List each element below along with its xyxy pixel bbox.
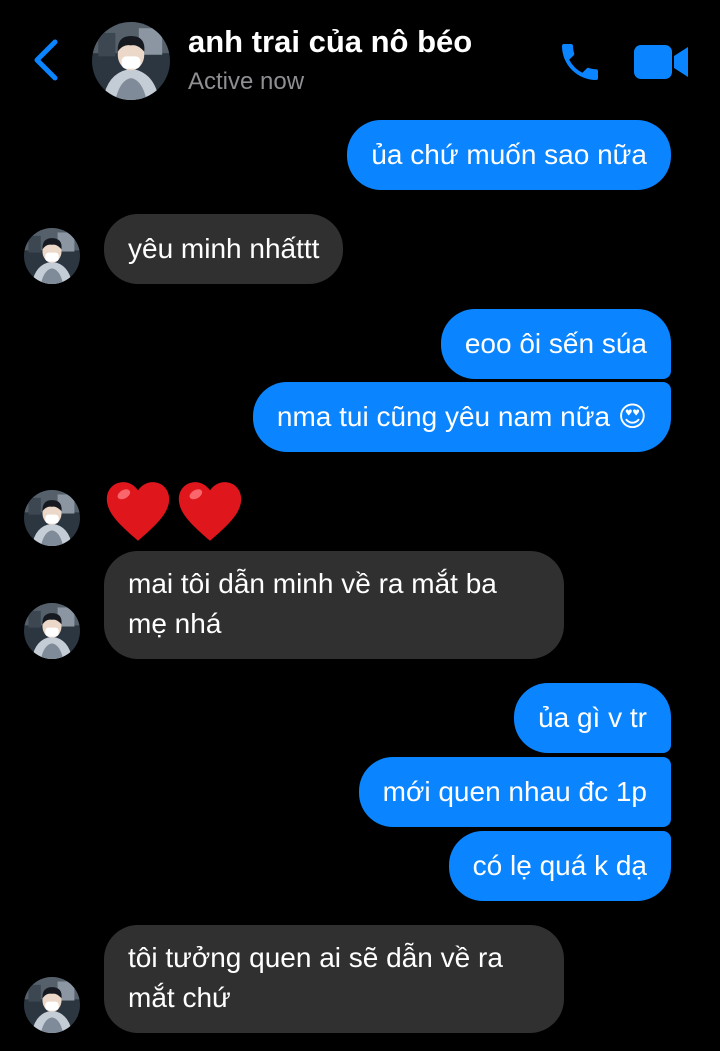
chevron-left-icon bbox=[34, 39, 58, 81]
message-bubble-sent[interactable]: ủa chứ muốn sao nữa bbox=[347, 120, 671, 190]
message-bubble-sent[interactable]: eoo ôi sến súa bbox=[440, 309, 671, 379]
sender-avatar[interactable] bbox=[24, 490, 80, 546]
message-bubble-received[interactable]: mai tôi dẫn minh về ra mắt ba mẹ nhá bbox=[104, 551, 564, 659]
contact-name[interactable]: anh trai của nô béo bbox=[188, 24, 472, 60]
video-call-button[interactable] bbox=[632, 40, 690, 84]
heart-icon bbox=[178, 482, 242, 541]
message-bubble-sent[interactable]: nma tui cũng yêu nam nữa 😍 bbox=[252, 382, 671, 452]
message-bubble-received[interactable]: tôi tưởng quen ai sẽ dẫn về ra mắt chứ bbox=[104, 925, 564, 1033]
heart-icon bbox=[106, 482, 170, 541]
phone-icon bbox=[562, 44, 598, 80]
sender-avatar[interactable] bbox=[24, 977, 80, 1033]
message-bubble-sent[interactable]: mới quen nhau đc 1p bbox=[358, 757, 671, 827]
contact-avatar[interactable] bbox=[92, 22, 170, 100]
sender-avatar[interactable] bbox=[24, 603, 80, 659]
emoji-message[interactable] bbox=[104, 478, 244, 544]
back-button[interactable] bbox=[28, 36, 68, 84]
message-bubble-sent[interactable]: có lẹ quá k dạ bbox=[448, 831, 671, 901]
sender-avatar[interactable] bbox=[24, 228, 80, 284]
message-bubble-received[interactable]: yêu minh nhấttt bbox=[104, 214, 344, 284]
call-button[interactable] bbox=[556, 38, 604, 86]
message-bubble-sent[interactable]: ủa gì v tr bbox=[514, 683, 671, 753]
video-camera-icon bbox=[634, 45, 688, 79]
active-status: Active now bbox=[188, 68, 305, 95]
